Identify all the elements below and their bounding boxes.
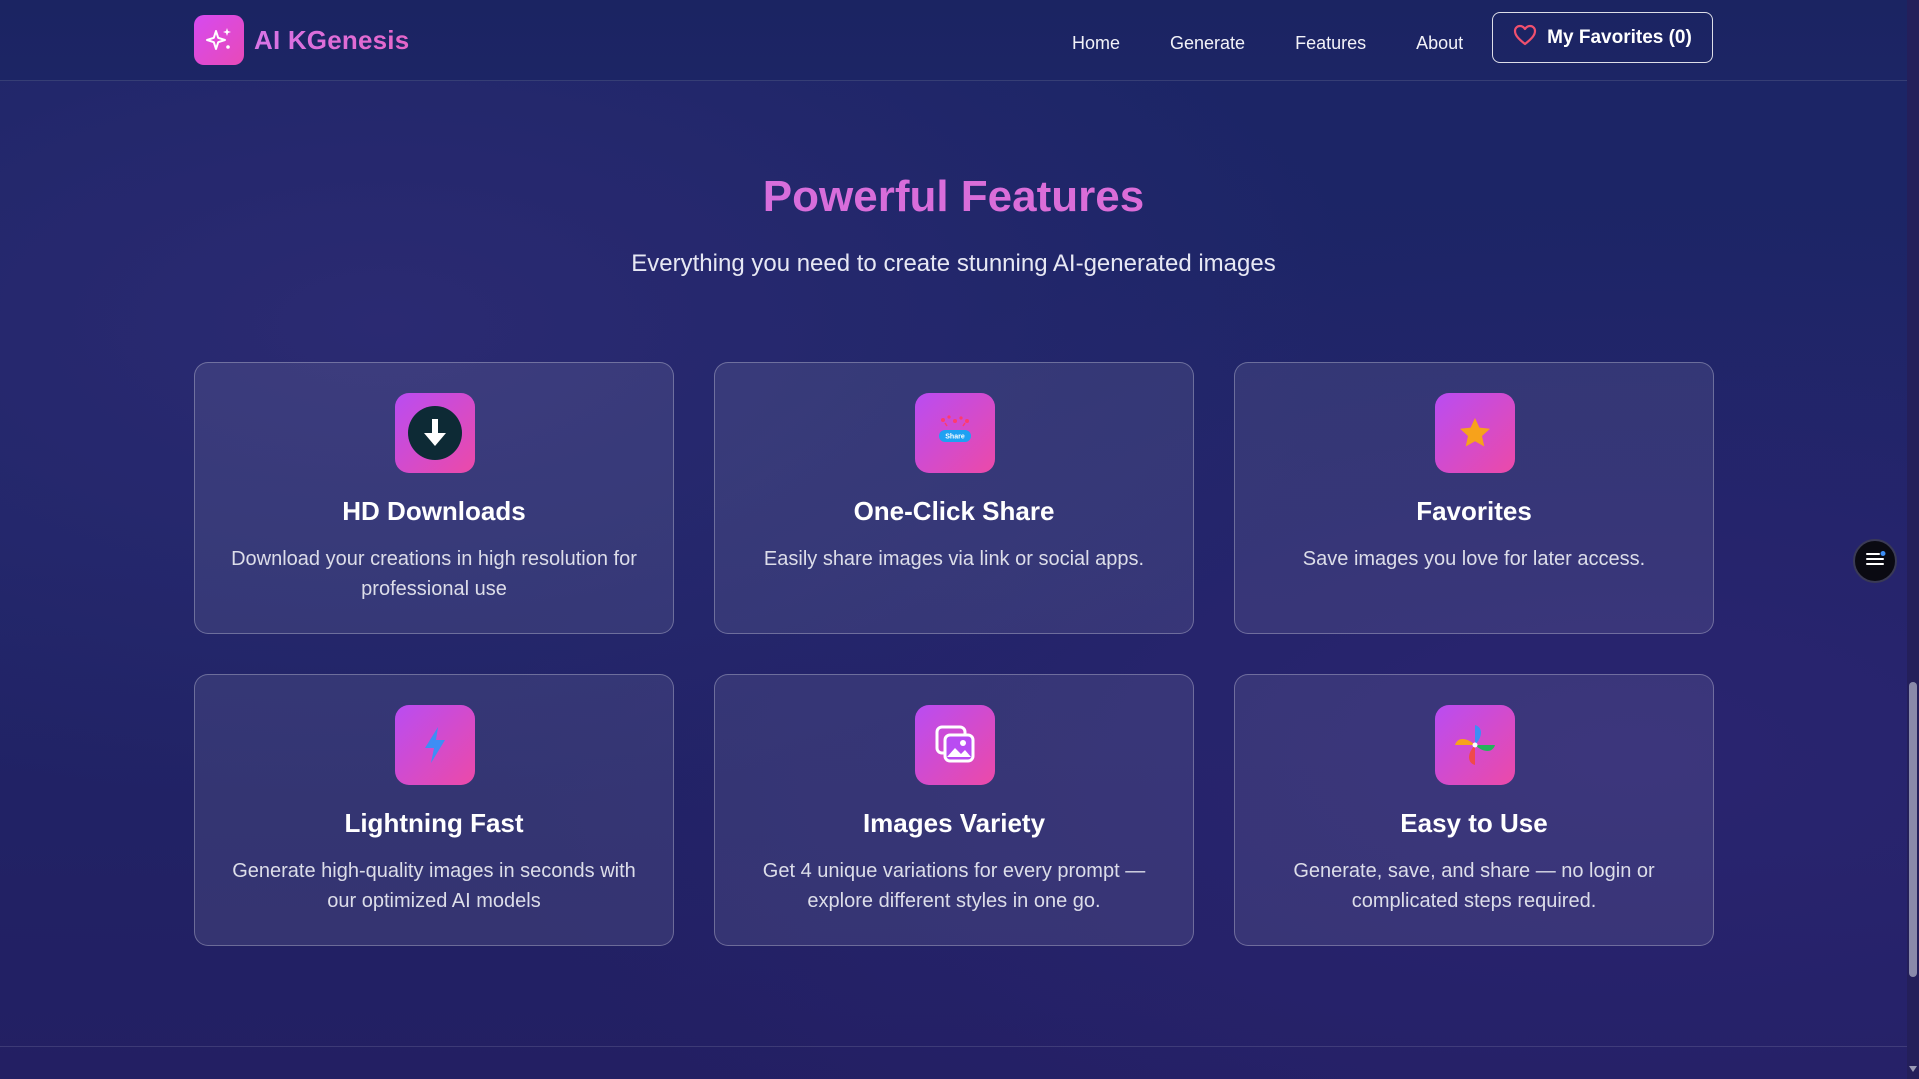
feature-title: Easy to Use [1400, 808, 1548, 838]
scroll-down-arrow[interactable] [1909, 1066, 1917, 1072]
my-favorites-button[interactable]: My Favorites (0) [1492, 12, 1713, 63]
my-favorites-label: My Favorites (0) [1547, 26, 1692, 48]
nav-generate[interactable]: Generate [1170, 33, 1245, 54]
site-header: AI KGenesis Home Generate Features About… [0, 0, 1907, 81]
sparkles-icon [194, 15, 244, 65]
features-subtitle: Everything you need to create stunning A… [631, 250, 1276, 277]
feature-description: Get 4 unique variations for every prompt… [762, 860, 1146, 912]
lightning-icon [395, 705, 475, 785]
main-nav: Home Generate Features About [1072, 33, 1463, 54]
scrollbar-thumb[interactable] [1909, 682, 1917, 977]
features-title: Powerful Features [0, 172, 1907, 222]
feature-card-hd-downloads: HD Downloads Download your creations in … [194, 362, 674, 634]
floating-menu-button[interactable] [1853, 539, 1897, 583]
feature-description: Generate high-quality images in seconds … [232, 860, 636, 912]
feature-description: Download your creations in high resoluti… [231, 548, 637, 600]
feature-description: Save images you love for later access. [1302, 548, 1646, 570]
feature-title: Images Variety [862, 808, 1046, 838]
images-icon [915, 705, 995, 785]
footer-divider [0, 1046, 1907, 1047]
download-icon [395, 393, 475, 473]
feature-card-one-click-share: Share One-Click Share Easily share image… [714, 362, 1194, 634]
share-icon: Share [915, 393, 995, 473]
feature-card-easy-to-use: Easy to Use Generate, save, and share — … [1234, 674, 1714, 946]
brand[interactable]: AI KGenesis [194, 15, 409, 65]
heart-icon [1513, 24, 1537, 52]
svg-text:Share: Share [945, 434, 965, 441]
feature-title: HD Downloads [342, 496, 526, 526]
pinwheel-icon [1435, 705, 1515, 785]
feature-card-lightning-fast: Lightning Fast Generate high-quality ima… [194, 674, 674, 946]
feature-description: Easily share images via link or social a… [763, 548, 1145, 570]
nav-home[interactable]: Home [1072, 33, 1120, 54]
nav-about[interactable]: About [1416, 33, 1463, 54]
menu-icon [1864, 550, 1886, 573]
feature-title: Favorites [1416, 496, 1532, 526]
feature-card-favorites: Favorites Save images you love for later… [1234, 362, 1714, 634]
brand-name: AI KGenesis [254, 24, 410, 55]
feature-card-images-variety: Images Variety Get 4 unique variations f… [714, 674, 1194, 946]
feature-title: Lightning Fast [344, 808, 524, 838]
feature-description: Generate, save, and share — no login or … [1293, 860, 1655, 912]
nav-features[interactable]: Features [1295, 33, 1366, 54]
feature-title: One-Click Share [853, 496, 1055, 526]
star-icon [1435, 393, 1515, 473]
